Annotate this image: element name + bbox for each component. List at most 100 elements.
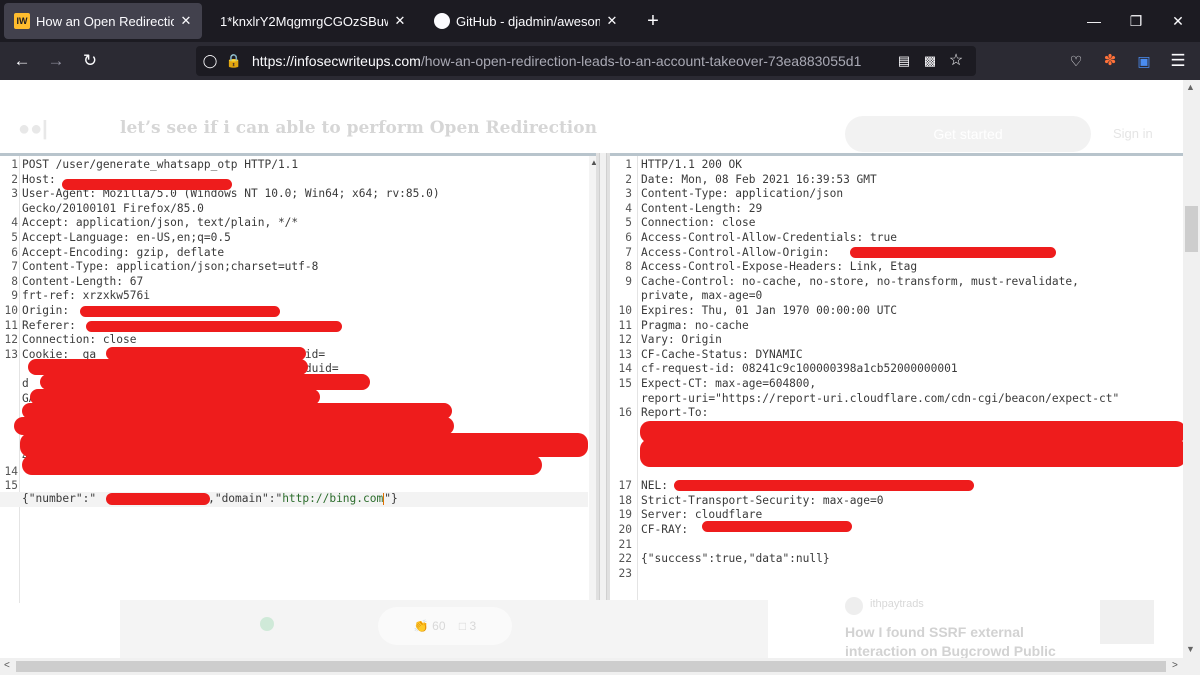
url-bar[interactable]: ◯ 🔒 https://infosecwriteups.com/how-an-o…: [196, 46, 976, 76]
redaction-mark: [674, 480, 974, 491]
redaction-mark: [80, 306, 280, 317]
tab-active[interactable]: IW How an Open Redirection Leads ✕: [4, 3, 202, 39]
code-line: Accept-Encoding: gzip, deflate: [22, 245, 225, 259]
author-avatar[interactable]: [845, 597, 863, 615]
code-line: Referer:: [22, 318, 83, 332]
tab-github[interactable]: GitHub - djadmin/awesome-bu ✕: [424, 0, 628, 42]
line-number: 11: [4, 318, 18, 332]
redaction-mark: [62, 179, 232, 190]
translate-extension-icon[interactable]: ▣: [1132, 49, 1156, 73]
line-number: 4: [11, 216, 18, 230]
reader-view-icon[interactable]: ▤: [894, 51, 914, 71]
lock-icon[interactable]: 🔒: [224, 51, 244, 71]
code-line: Host:: [22, 172, 63, 186]
redaction-mark: [850, 247, 1056, 258]
translate-icon[interactable]: ▩: [920, 51, 940, 71]
line-number: 18: [618, 493, 632, 507]
new-tab-button[interactable]: +: [643, 9, 663, 33]
close-tab-icon[interactable]: ✕: [178, 13, 194, 29]
pocket-icon[interactable]: ♡: [1064, 49, 1088, 73]
splitter-handle[interactable]: [599, 153, 607, 603]
pane-splitter[interactable]: [596, 153, 610, 603]
body-suffix: "}: [384, 492, 398, 505]
code-line: Vary: Origin: [641, 333, 722, 347]
medium-logo-icon[interactable]: ●●|: [18, 118, 56, 140]
vertical-scroll-thumb[interactable]: [1185, 206, 1198, 252]
vertical-scrollbar[interactable]: [1183, 80, 1200, 658]
close-tab-icon[interactable]: ✕: [392, 13, 408, 29]
scroll-left-arrow-icon[interactable]: <: [4, 660, 10, 671]
line-number: 7: [11, 260, 18, 274]
code-line: CF-Cache-Status: DYNAMIC: [641, 347, 803, 361]
scroll-up-arrow-icon[interactable]: ▲: [1186, 82, 1195, 92]
line-number: 19: [618, 508, 632, 522]
close-tab-icon[interactable]: ✕: [604, 13, 620, 29]
get-started-button[interactable]: Get started: [845, 116, 1091, 152]
code-line: Content-Type: application/json;charset=u…: [22, 260, 319, 274]
scroll-right-arrow-icon[interactable]: >: [1172, 660, 1178, 671]
back-arrow-icon[interactable]: ←: [10, 49, 34, 73]
pane-border: [0, 153, 600, 156]
response-pane: 1 HTTP/1.1 200 OK 2 Date: Mon, 08 Feb 2021 …: [610, 153, 1190, 603]
horizontal-scroll-thumb[interactable]: [16, 661, 1166, 672]
redaction-mark: [20, 433, 588, 457]
line-number: 11: [618, 318, 632, 332]
tab-title: 1*knxlrY2MqgmrgCGOzSBuwA.jpeg: [220, 13, 388, 29]
url-text[interactable]: https://infosecwriteups.com/how-an-open-…: [252, 53, 861, 69]
article-heading: let’s see if i can able to perform Open …: [120, 118, 597, 138]
response-count: 3: [469, 619, 477, 633]
code-line: Connection: close: [22, 333, 137, 347]
code-line: Expires: Thu, 01 Jan 1970 00:00:00 UTC: [641, 304, 897, 317]
code-line: Access-Control-Allow-Origin:: [641, 245, 837, 259]
tab-image[interactable]: 1*knxlrY2MqgmrgCGOzSBuwA.jpeg ✕: [212, 0, 416, 42]
line-number: 8: [625, 260, 632, 274]
reload-icon[interactable]: ↻: [78, 49, 102, 73]
maximize-button[interactable]: ❐: [1124, 9, 1148, 33]
redaction-mark: [86, 321, 342, 332]
pane-border: [610, 153, 1190, 156]
tab-title: GitHub - djadmin/awesome-bu: [456, 13, 600, 29]
code-line: private, max-age=0: [641, 289, 763, 303]
redaction-mark: [28, 359, 308, 375]
extension-fox-icon[interactable]: ✽: [1098, 49, 1122, 73]
sign-in-link[interactable]: Sign in: [1113, 126, 1153, 141]
clap-response-pill[interactable]: 👏 60 □ 3: [378, 607, 512, 645]
recommended-article-thumbnail[interactable]: [1100, 600, 1154, 644]
line-number: 10: [4, 304, 18, 317]
shield-icon[interactable]: ◯: [200, 51, 220, 71]
recommended-article-title[interactable]: How I found SSRF external interaction on…: [845, 623, 1085, 661]
code-line: Content-Type: application/json: [641, 187, 844, 201]
line-number: 1: [625, 158, 632, 171]
menu-icon[interactable]: ☰: [1166, 49, 1190, 73]
code-line: Access-Control-Expose-Headers: Link, Eta…: [641, 260, 918, 274]
minimize-button[interactable]: —: [1082, 9, 1106, 33]
code-line: Gecko/20100101 Firefox/85.0: [22, 201, 204, 215]
line-number: 5: [625, 216, 632, 230]
author-name[interactable]: ithpaytrads: [870, 598, 924, 610]
bookmark-star-icon[interactable]: ☆: [946, 51, 966, 71]
line-number: 14: [4, 464, 18, 478]
forward-arrow-icon[interactable]: →: [44, 49, 68, 73]
code-line: Origin:: [22, 304, 76, 317]
line-number: 1: [11, 158, 18, 171]
line-number: 15: [618, 377, 632, 390]
close-window-button[interactable]: ✕: [1166, 9, 1190, 33]
redaction-mark: [106, 493, 210, 505]
body-prefix: {"number":": [22, 492, 97, 505]
redaction-mark: [22, 455, 542, 475]
url-path: /how-an-open-redirection-leads-to-an-acc…: [420, 53, 862, 69]
redaction-mark: [640, 439, 1186, 467]
code-line: Connection: close: [641, 216, 756, 230]
code-line: Content-Length: 67: [22, 274, 144, 288]
redaction-mark: [702, 521, 852, 532]
body-middle: ,"domain":": [208, 492, 283, 505]
line-number: 8: [11, 274, 18, 288]
infosecwriteups-favicon-icon: IW: [14, 13, 30, 29]
scroll-down-arrow-icon[interactable]: ▼: [1186, 644, 1195, 654]
line-number: 4: [625, 201, 632, 215]
line-number: 3: [11, 187, 18, 201]
line-number: 9: [11, 289, 18, 303]
github-icon: [434, 13, 450, 29]
line-number: 2: [625, 172, 632, 186]
code-line: Cache-Control: no-cache, no-store, no-tr…: [641, 274, 1079, 288]
